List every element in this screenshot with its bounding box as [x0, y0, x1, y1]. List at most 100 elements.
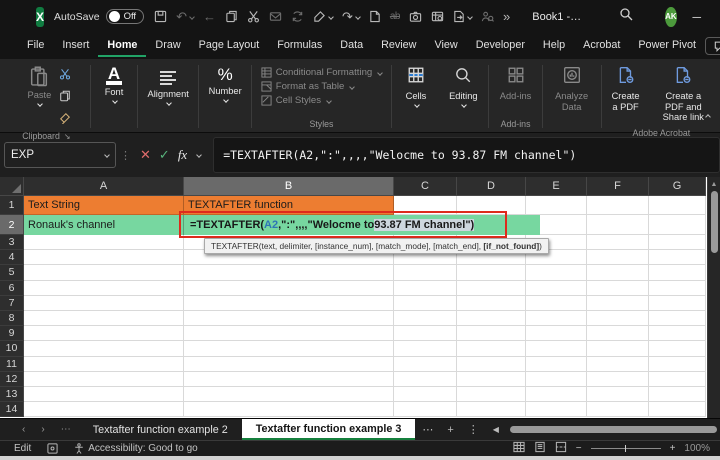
cell-G6[interactable]: [649, 281, 706, 296]
zoom-in-icon[interactable]: +: [670, 443, 676, 454]
ribbon-tab-data[interactable]: Data: [331, 35, 372, 57]
cell-F12[interactable]: [587, 372, 649, 387]
cell-F6[interactable]: [587, 281, 649, 296]
cell-B8[interactable]: [184, 311, 394, 326]
cell-G13[interactable]: [649, 387, 706, 402]
sheet-options-icon[interactable]: ⋮: [461, 423, 486, 436]
ribbon-cut-icon[interactable]: [59, 67, 71, 85]
sheet-more-icon[interactable]: ⋯: [53, 424, 79, 435]
cell-B6[interactable]: [184, 281, 394, 296]
cell-C9[interactable]: [394, 326, 457, 341]
ribbon-tab-developer[interactable]: Developer: [467, 35, 534, 57]
page-layout-view-icon[interactable]: [534, 441, 546, 456]
row-header-3[interactable]: 3: [0, 235, 24, 250]
cell-E5[interactable]: [526, 265, 587, 280]
collapse-ribbon-icon[interactable]: [704, 108, 710, 126]
cell-F3[interactable]: [587, 235, 649, 250]
ribbon-copy-icon[interactable]: [59, 89, 71, 107]
column-header-A[interactable]: A: [24, 177, 184, 196]
cell-D9[interactable]: [457, 326, 526, 341]
cell-D14[interactable]: [457, 402, 526, 417]
cell-D7[interactable]: [457, 296, 526, 311]
scroll-left-icon[interactable]: ◀: [486, 425, 506, 434]
cell-F14[interactable]: [587, 402, 649, 417]
formula-input[interactable]: =TEXTAFTER(A2,":",,,,"Welocme to 93.87 F…: [213, 137, 720, 173]
cell-C13[interactable]: [394, 387, 457, 402]
vertical-scroll-thumb[interactable]: [711, 191, 718, 253]
qat-overflow-icon[interactable]: »: [503, 9, 510, 24]
cell-E7[interactable]: [526, 296, 587, 311]
cell-C11[interactable]: [394, 357, 457, 372]
horizontal-scroll-thumb[interactable]: [510, 426, 717, 433]
row-header-11[interactable]: 11: [0, 357, 24, 372]
autosave-control[interactable]: AutoSave Off: [54, 9, 144, 24]
ribbon-tab-view[interactable]: View: [425, 35, 466, 57]
column-header-F[interactable]: F: [587, 177, 649, 196]
cell-B7[interactable]: [184, 296, 394, 311]
zoom-out-icon[interactable]: −: [576, 443, 582, 454]
cell-F2[interactable]: [587, 215, 649, 235]
cell-E14[interactable]: [526, 402, 587, 417]
cell-G9[interactable]: [649, 326, 706, 341]
cell-G10[interactable]: [649, 341, 706, 356]
cell-F7[interactable]: [587, 296, 649, 311]
sheet-next-icon[interactable]: ›: [33, 424, 52, 435]
cell-B12[interactable]: [184, 372, 394, 387]
column-header-D[interactable]: D: [457, 177, 526, 196]
cell-B10[interactable]: [184, 341, 394, 356]
cancel-formula-icon[interactable]: ✕: [140, 147, 151, 163]
export-icon[interactable]: [453, 10, 472, 23]
autosave-toggle[interactable]: Off: [106, 9, 145, 24]
cell-A11[interactable]: [24, 357, 184, 372]
column-header-B[interactable]: B: [184, 177, 394, 196]
ribbon-tab-power-pivot[interactable]: Power Pivot: [629, 35, 705, 57]
accessibility-status[interactable]: Accessibility: Good to go: [74, 443, 198, 454]
camera-icon[interactable]: [409, 10, 422, 23]
excel-logo-icon[interactable]: X: [36, 7, 44, 27]
search-icon[interactable]: [619, 7, 633, 26]
cell-G7[interactable]: [649, 296, 706, 311]
row-header-1[interactable]: 1: [0, 196, 24, 215]
macro-record-icon[interactable]: [47, 443, 58, 454]
select-all-corner[interactable]: [0, 177, 24, 196]
cell-G8[interactable]: [649, 311, 706, 326]
number-button[interactable]: % Number: [203, 63, 248, 105]
cell-G14[interactable]: [649, 402, 706, 417]
save-icon[interactable]: [154, 10, 167, 23]
conditional-formatting-button[interactable]: Conditional Formatting: [261, 67, 383, 78]
cell-B5[interactable]: [184, 265, 394, 280]
cell-D11[interactable]: [457, 357, 526, 372]
cell-C8[interactable]: [394, 311, 457, 326]
ribbon-tab-page-layout[interactable]: Page Layout: [190, 35, 269, 57]
zoom-slider[interactable]: [591, 448, 661, 449]
cell-D13[interactable]: [457, 387, 526, 402]
row-header-2[interactable]: 2: [0, 215, 24, 235]
cell-F8[interactable]: [587, 311, 649, 326]
page-break-view-icon[interactable]: [555, 441, 567, 456]
cell-E1[interactable]: [526, 196, 587, 215]
addins-button[interactable]: Add-ins: [494, 63, 538, 104]
cell-G3[interactable]: [649, 235, 706, 250]
column-header-G[interactable]: G: [649, 177, 706, 196]
cell-G5[interactable]: [649, 265, 706, 280]
cell-E9[interactable]: [526, 326, 587, 341]
cell-C6[interactable]: [394, 281, 457, 296]
row-header-7[interactable]: 7: [0, 296, 24, 311]
comments-button[interactable]: Comments: [705, 37, 720, 55]
cell-F5[interactable]: [587, 265, 649, 280]
row-header-10[interactable]: 10: [0, 341, 24, 356]
cell-G11[interactable]: [649, 357, 706, 372]
ribbon-tab-insert[interactable]: Insert: [53, 35, 98, 57]
cell-D12[interactable]: [457, 372, 526, 387]
cell-F1[interactable]: [587, 196, 649, 215]
row-header-12[interactable]: 12: [0, 372, 24, 387]
cell-D8[interactable]: [457, 311, 526, 326]
cell-B13[interactable]: [184, 387, 394, 402]
enter-formula-icon[interactable]: ✓: [159, 147, 170, 163]
cell-A1[interactable]: Text String: [24, 196, 184, 215]
cell-E6[interactable]: [526, 281, 587, 296]
zoom-level[interactable]: 100%: [684, 443, 710, 454]
cell-F13[interactable]: [587, 387, 649, 402]
cell-B14[interactable]: [184, 402, 394, 417]
cell-A7[interactable]: [24, 296, 184, 311]
